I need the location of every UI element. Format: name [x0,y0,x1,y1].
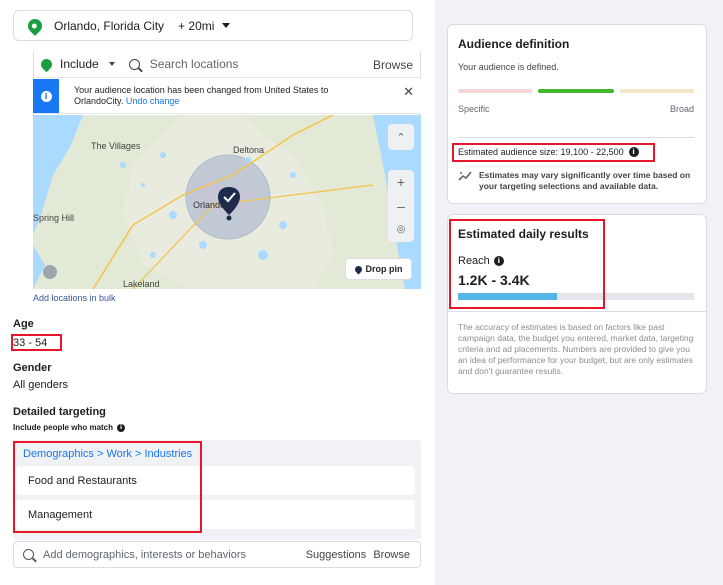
include-match-label: Include people who match i [13,423,126,432]
specific-label: Specific [458,104,490,114]
drop-pin-label: Drop pin [365,264,403,274]
search-icon [128,58,140,70]
include-dropdown[interactable]: Include [60,57,99,71]
search-locations-input[interactable]: Search locations [150,57,239,71]
include-match-text: Include people who match [13,423,114,432]
search-actions: Suggestions Browse [302,549,410,561]
search-targeting-input[interactable]: Add demographics, interests or behaviors [43,549,246,561]
detailed-targeting-heading: Detailed targeting [13,406,106,418]
detailed-targeting-search[interactable]: Add demographics, interests or behaviors… [13,541,421,568]
gender-heading: Gender [13,362,52,374]
search-icon [23,549,34,560]
map-info-icon[interactable] [43,265,57,279]
divider [458,137,694,138]
notice-message: Your audience location has been changed … [74,85,329,106]
gender-value[interactable]: All genders [13,379,68,391]
map-label-spring-hill: Spring Hill [33,213,75,223]
chevron-down-icon[interactable] [108,62,115,66]
audience-status: Your audience is defined. [458,62,559,72]
map-label-lakeland: Lakeland [123,279,160,289]
browse-link[interactable]: Browse [373,549,410,561]
audience-meter-broad [620,89,694,93]
drop-pin-button[interactable]: Drop pin [345,258,412,280]
highlight-box-age [11,334,62,351]
map-label-orlando: Orlando [193,200,226,210]
close-icon[interactable]: ✕ [403,84,414,100]
audience-meter-specific [458,89,532,93]
location-name: Orlando, Florida City [54,18,165,33]
trend-icon [458,171,472,181]
pin-icon [353,264,363,274]
highlight-box-daily-results [449,219,605,309]
notice-text: Your audience location has been changed … [59,79,369,107]
notice-bar: i [33,79,59,113]
location-selector[interactable]: Orlando, Florida City + 20mi [13,10,413,41]
locate-icon[interactable]: ◎ [388,218,414,242]
highlight-box-targeting [13,441,202,533]
age-heading: Age [13,318,34,330]
estimate-disclaimer: The accuracy of estimates is based on fa… [458,322,694,376]
browse-locations-link[interactable]: Browse [373,58,413,72]
info-icon[interactable]: i [117,423,126,432]
audience-definition-title: Audience definition [458,37,570,51]
info-icon: i [40,90,52,102]
divider [447,311,707,312]
zoom-out-button[interactable]: – [388,194,414,218]
highlight-box-audience-size [452,143,655,162]
zoom-in-button[interactable]: + [388,170,414,194]
suggestions-link[interactable]: Suggestions [306,549,367,561]
audience-meter-defined [538,89,614,93]
map-label-deltona: Deltona [233,145,265,155]
map-view[interactable]: The Villages Deltona Orlando Spring Hill… [33,115,421,289]
location-pin-icon [25,15,45,36]
zoom-controls: + – ◎ [388,170,414,242]
include-pin-icon [38,56,55,72]
include-row: Include Search locations Browse [33,51,421,78]
chevron-down-icon[interactable] [222,23,231,28]
radius-value[interactable]: + 20mi [178,19,214,33]
undo-change-link[interactable]: Undo change [126,96,180,106]
broad-label: Broad [670,104,695,114]
estimate-variance-note: Estimates may vary significantly over ti… [479,170,691,191]
map-label-the-villages: The Villages [91,141,141,151]
add-locations-bulk-link[interactable]: Add locations in bulk [33,293,116,303]
map-collapse-button[interactable]: ⌃ [388,124,414,150]
location-change-notice: i Your audience location has been change… [33,79,421,114]
